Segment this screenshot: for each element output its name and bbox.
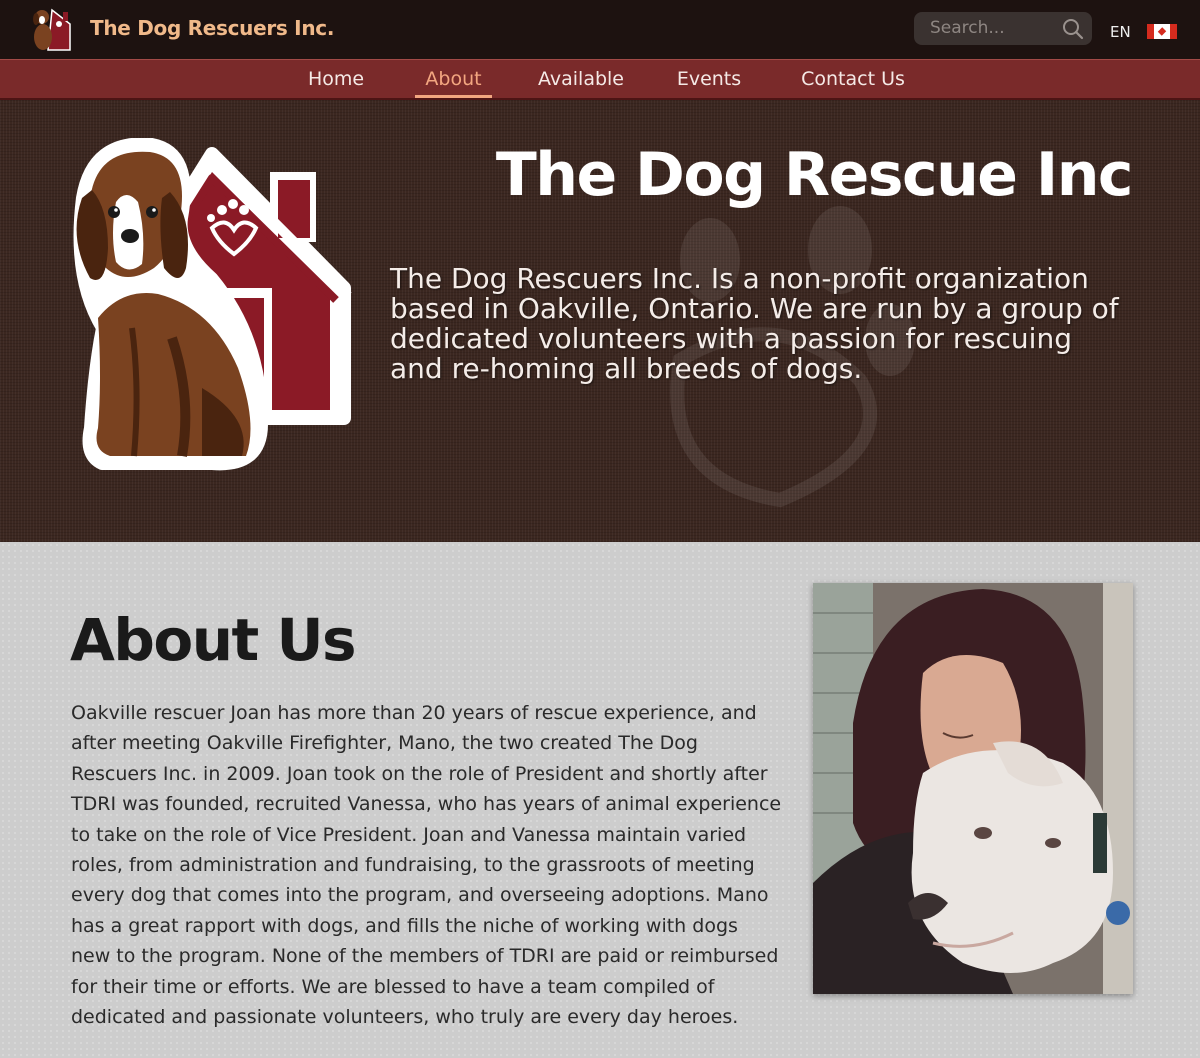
search-icon[interactable] xyxy=(1062,18,1084,40)
top-bar: The Dog Rescuers Inc. EN xyxy=(0,0,1200,59)
nav-home[interactable]: Home xyxy=(302,64,370,98)
about-section: About Us Oakville rescuer Joan has more … xyxy=(0,542,1200,1058)
founder-with-dog-photo xyxy=(813,583,1133,994)
language-selector[interactable]: EN xyxy=(1110,23,1131,41)
hero-description: The Dog Rescuers Inc. Is a non-profit or… xyxy=(390,262,1119,385)
brand-name[interactable]: The Dog Rescuers Inc. xyxy=(90,16,334,40)
search-input[interactable] xyxy=(930,16,1060,40)
dog-house-illustration xyxy=(73,138,352,471)
hero-section: The Dog Rescue Inc The Dog Rescuers Inc.… xyxy=(0,100,1200,542)
about-heading: About Us xyxy=(70,606,357,674)
logo-icon[interactable] xyxy=(30,4,76,52)
nav-events[interactable]: Events xyxy=(668,64,750,98)
about-paragraph: Oakville rescuer Joan has more than 20 y… xyxy=(71,702,782,1029)
search-box[interactable] xyxy=(914,12,1092,45)
nav-contact-us[interactable]: Contact Us xyxy=(790,64,916,98)
main-nav: Home About Available Events Contact Us xyxy=(0,59,1200,100)
canada-flag-icon[interactable] xyxy=(1147,24,1177,39)
nav-available[interactable]: Available xyxy=(530,64,632,98)
nav-about[interactable]: About xyxy=(415,64,492,98)
hero-title: The Dog Rescue Inc xyxy=(495,140,1134,210)
